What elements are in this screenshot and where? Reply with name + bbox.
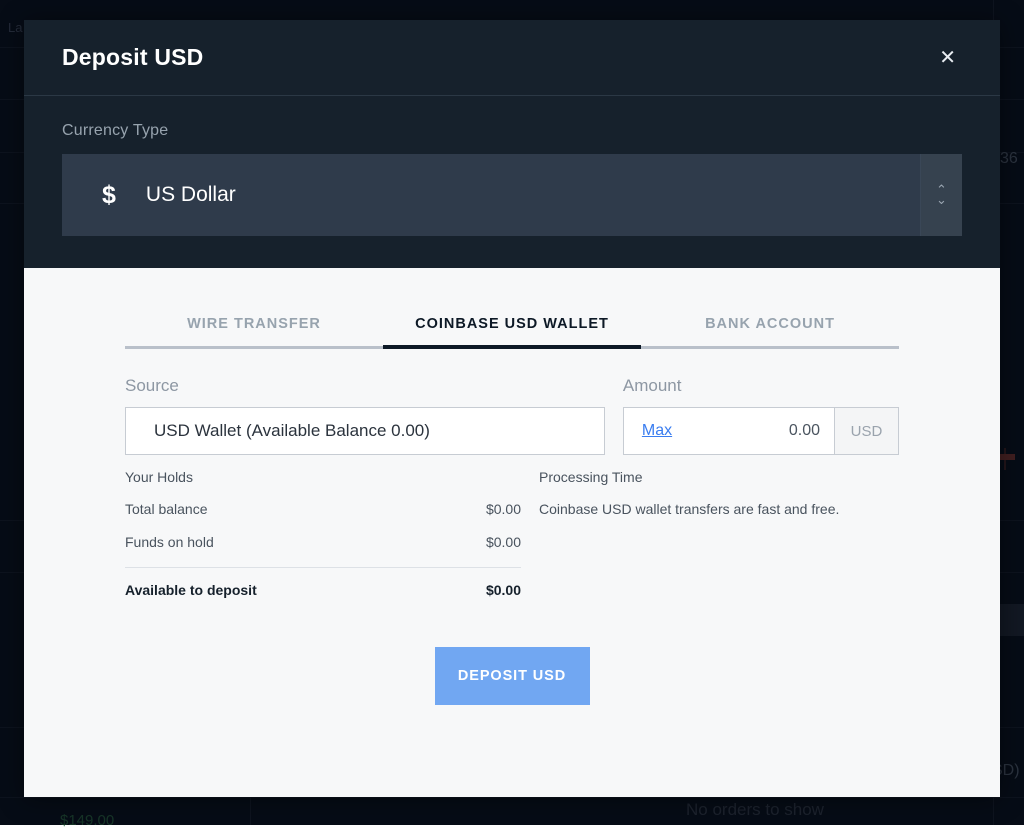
table-row-total: Available to deposit $0.00 <box>125 582 521 598</box>
your-holds-table: Your Holds Total balance $0.00 Funds on … <box>125 469 521 598</box>
dollar-sign-icon: $ <box>102 181 116 210</box>
currency-selected-value: US Dollar <box>146 183 236 207</box>
submit-row: DEPOSIT USD <box>24 598 1000 705</box>
tab-bank-account[interactable]: BANK ACCOUNT <box>641 304 899 346</box>
close-icon[interactable]: ✕ <box>931 42 964 74</box>
amount-input-wrapper: Max USD <box>623 407 899 455</box>
deposit-usd-button[interactable]: DEPOSIT USD <box>435 647 590 705</box>
source-input[interactable]: USD Wallet (Available Balance 0.00) <box>125 407 605 455</box>
amount-input-main: Max <box>624 408 834 454</box>
processing-time-title: Processing Time <box>539 469 899 485</box>
modal-body: WIRE TRANSFER COINBASE USD WALLET BANK A… <box>24 268 1000 797</box>
deposit-form: Source USD Wallet (Available Balance 0.0… <box>24 349 1000 455</box>
your-holds-title: Your Holds <box>125 469 521 485</box>
max-link[interactable]: Max <box>642 422 672 440</box>
table-row: Funds on hold $0.00 <box>125 534 521 567</box>
amount-field-group: Amount Max USD <box>623 376 899 455</box>
available-to-deposit-label: Available to deposit <box>125 582 257 598</box>
tab-wire-transfer[interactable]: WIRE TRANSFER <box>125 304 383 346</box>
amount-currency-suffix: USD <box>834 408 898 454</box>
source-field-group: Source USD Wallet (Available Balance 0.0… <box>125 376 605 455</box>
info-section: Your Holds Total balance $0.00 Funds on … <box>24 455 1000 598</box>
currency-type-section: Currency Type $ US Dollar ⌃ ⌄ <box>24 96 1000 268</box>
source-label: Source <box>125 376 605 396</box>
holds-row-value: $0.00 <box>486 534 521 550</box>
amount-input[interactable] <box>730 422 820 440</box>
currency-type-label: Currency Type <box>62 122 962 140</box>
tab-coinbase-usd-wallet[interactable]: COINBASE USD WALLET <box>383 304 641 346</box>
modal-header: Deposit USD ✕ <box>24 20 1000 96</box>
holds-row-value: $0.00 <box>486 501 521 517</box>
table-row: Total balance $0.00 <box>125 501 521 534</box>
deposit-method-tabs: WIRE TRANSFER COINBASE USD WALLET BANK A… <box>125 304 899 349</box>
processing-time-section: Processing Time Coinbase USD wallet tran… <box>539 469 899 598</box>
currency-type-select[interactable]: $ US Dollar ⌃ ⌄ <box>62 154 962 236</box>
available-to-deposit-value: $0.00 <box>486 582 521 598</box>
holds-row-label: Total balance <box>125 501 208 517</box>
page-title: Deposit USD <box>62 44 204 71</box>
processing-time-text: Coinbase USD wallet transfers are fast a… <box>539 501 899 517</box>
amount-label: Amount <box>623 376 899 396</box>
deposit-usd-modal: Deposit USD ✕ Currency Type $ US Dollar … <box>24 20 1000 797</box>
holds-divider <box>125 567 521 568</box>
currency-select-display: $ US Dollar <box>62 154 920 236</box>
chevron-up-down-icon[interactable]: ⌃ ⌄ <box>920 154 962 236</box>
holds-row-label: Funds on hold <box>125 534 214 550</box>
